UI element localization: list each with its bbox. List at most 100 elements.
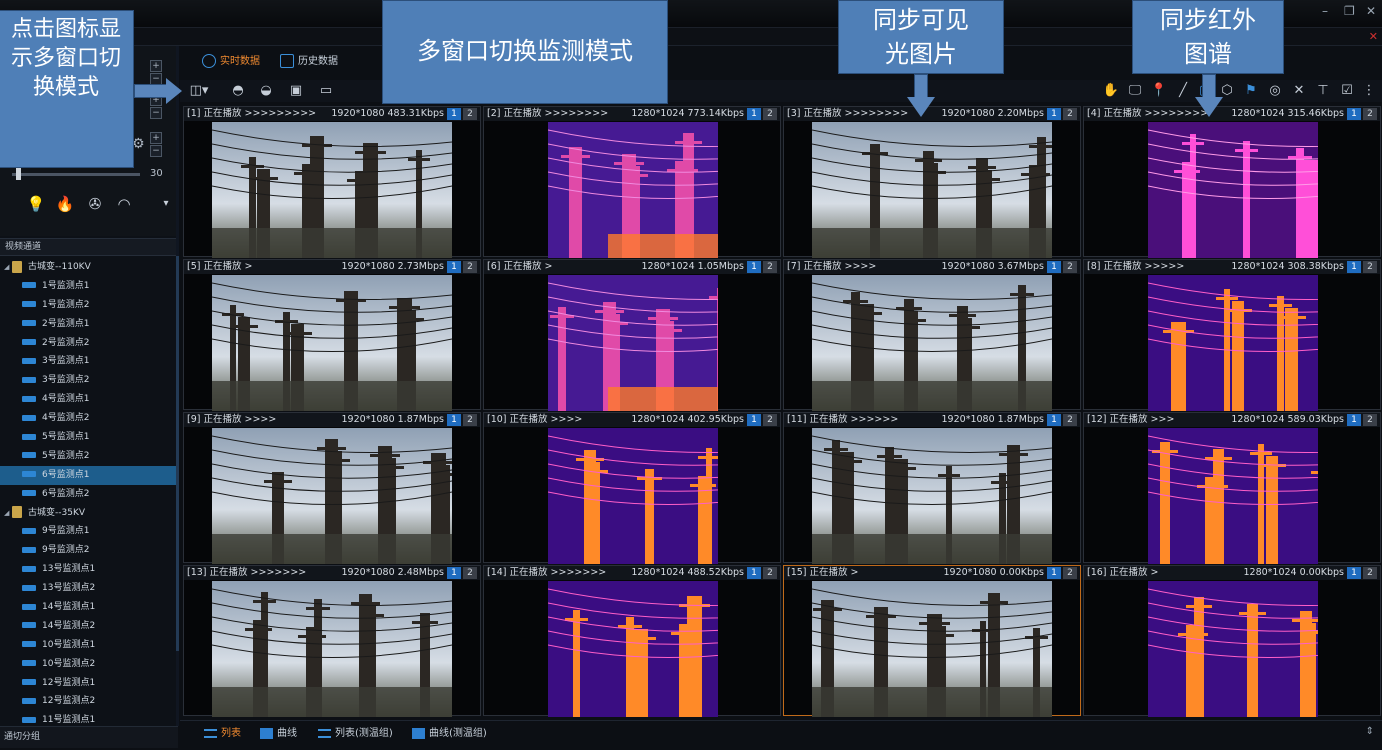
tree-item[interactable]: 6号监测点1 (0, 465, 176, 485)
video-cell[interactable]: [2] 正在播放 >>>>>>>> 1280*1024 773.14Kbps 1 2 (483, 106, 781, 258)
tree-item[interactable]: 11号监测点1 (0, 711, 176, 724)
stream-2-button[interactable]: 2 (1063, 261, 1077, 273)
stream-1-button[interactable]: 1 (747, 567, 761, 579)
tree-scrollbar-thumb[interactable] (176, 256, 179, 651)
stream-2-button[interactable]: 2 (463, 261, 477, 273)
expand-caret-icon[interactable]: ◢ (4, 504, 12, 523)
iris-minus-button[interactable]: − (150, 145, 162, 157)
fan-icon[interactable]: ✇ (85, 194, 105, 214)
tree-item[interactable]: 13号监测点1 (0, 560, 176, 579)
stream-2-button[interactable]: 2 (1363, 414, 1377, 426)
stream-1-button[interactable]: 1 (1047, 414, 1061, 426)
stream-1-button[interactable]: 1 (1347, 261, 1361, 273)
tree-item[interactable]: 2号监测点2 (0, 334, 176, 353)
stream-1-button[interactable]: 1 (747, 414, 761, 426)
tree-item[interactable]: 4号监测点2 (0, 409, 176, 428)
stream-1-button[interactable]: 1 (1047, 108, 1061, 120)
stream-1-button[interactable]: 1 (747, 261, 761, 273)
tree-item[interactable]: 10号监测点2 (0, 655, 176, 674)
flame-icon[interactable]: 🔥 (55, 194, 75, 214)
line-tool-icon[interactable]: ╱ (1174, 83, 1192, 99)
close-icon[interactable]: ✕ (1369, 30, 1378, 43)
restore-icon[interactable]: ❐ (1344, 4, 1355, 18)
location-pin-icon[interactable]: 📍 (1150, 83, 1168, 99)
video-cell[interactable]: [5] 正在播放 > 1920*1080 2.73Mbps 1 2 (183, 259, 481, 411)
stream-2-button[interactable]: 2 (1363, 567, 1377, 579)
video-cell[interactable]: [16] 正在播放 > 1280*1024 0.00Kbps 1 2 (1083, 565, 1381, 717)
focus-minus-button[interactable]: − (150, 107, 162, 119)
stream-2-button[interactable]: 2 (763, 567, 777, 579)
tab-realtime[interactable]: 实时数据 (202, 54, 260, 70)
tree-scrollbar[interactable] (176, 46, 179, 726)
iris-plus-button[interactable]: + (150, 132, 162, 144)
stream-2-button[interactable]: 2 (463, 414, 477, 426)
tree-station[interactable]: ◢ 古城变--110KV (0, 258, 176, 277)
stream-1-button[interactable]: 1 (1347, 108, 1361, 120)
stream-2-button[interactable]: 2 (1063, 414, 1077, 426)
stream-1-button[interactable]: 1 (447, 261, 461, 273)
tree-item[interactable]: 13号监测点2 (0, 579, 176, 598)
stream-2-button[interactable]: 2 (763, 414, 777, 426)
stream-2-button[interactable]: 2 (763, 108, 777, 120)
video-cell[interactable]: [11] 正在播放 >>>>>> 1920*1080 1.87Mbps 1 2 (783, 412, 1081, 564)
stream-1-button[interactable]: 1 (747, 108, 761, 120)
tab-history[interactable]: 历史数据 (280, 54, 338, 70)
more-icon[interactable]: ⋮ (1362, 83, 1376, 99)
stream-1-button[interactable]: 1 (1347, 414, 1361, 426)
stream-1-button[interactable]: 1 (447, 414, 461, 426)
video-cell[interactable]: [8] 正在播放 >>>>> 1280*1024 308.38Kbps 1 2 (1083, 259, 1381, 411)
tree-item[interactable]: 3号监测点2 (0, 371, 176, 390)
light-bulb-icon[interactable]: 💡 (26, 194, 46, 214)
tab-curve-temp-group[interactable]: 曲线(测温组) (412, 727, 487, 741)
group-switch-footer[interactable]: 通切分组 (0, 726, 178, 748)
tab-curve[interactable]: 曲线 (260, 727, 297, 741)
video-cell[interactable]: [3] 正在播放 >>>>>>>> 1920*1080 2.20Mbps 1 2 (783, 106, 1081, 258)
stream-2-button[interactable]: 2 (1363, 261, 1377, 273)
stream-2-button[interactable]: 2 (463, 108, 477, 120)
video-cell[interactable]: [10] 正在播放 >>>> 1280*1024 402.95Kbps 1 2 (483, 412, 781, 564)
stream-1-button[interactable]: 1 (1347, 567, 1361, 579)
compass-icon[interactable]: ◎ (1266, 83, 1284, 99)
close-window-icon[interactable]: ✕ (1366, 4, 1376, 18)
tree-item[interactable]: 12号监测点2 (0, 692, 176, 711)
delete-icon[interactable]: ✕ (1290, 83, 1308, 99)
expand-caret-icon[interactable]: ◢ (4, 258, 12, 277)
stream-1-button[interactable]: 1 (447, 108, 461, 120)
video-cell[interactable]: [6] 正在播放 > 1280*1024 1.05Mbps 1 2 (483, 259, 781, 411)
stream-2-button[interactable]: 2 (1363, 108, 1377, 120)
stream-1-button[interactable]: 1 (1047, 261, 1061, 273)
tree-item[interactable]: 1号监测点2 (0, 296, 176, 315)
tab-list[interactable]: 列表 (204, 727, 241, 741)
more-chevron-icon[interactable]: ▾ (156, 194, 176, 214)
video-cell[interactable]: [9] 正在播放 >>>> 1920*1080 1.87Mbps 1 2 (183, 412, 481, 564)
tree-item[interactable]: 10号监测点1 (0, 636, 176, 655)
tree-item[interactable]: 1号监测点1 (0, 277, 176, 296)
tree-item[interactable]: 5号监测点1 (0, 428, 176, 447)
monitor-icon[interactable]: 🖵 (1126, 83, 1144, 99)
brush-icon[interactable]: ⊤ (1314, 83, 1332, 99)
flag-icon[interactable]: ⚑ (1242, 83, 1260, 99)
multi-window-layout-icon[interactable]: ◫▾ (188, 83, 210, 99)
video-cell[interactable]: [15] 正在播放 > 1920*1080 0.00Kbps 1 2 (783, 565, 1081, 717)
stream-2-button[interactable]: 2 (1063, 567, 1077, 579)
dome-camera-alt-icon[interactable]: ◒ (256, 83, 276, 99)
zoom-plus-button[interactable]: + (150, 60, 162, 72)
wiper-icon[interactable]: ◠ (114, 194, 134, 214)
stream-1-button[interactable]: 1 (447, 567, 461, 579)
stream-1-button[interactable]: 1 (1047, 567, 1061, 579)
stream-2-button[interactable]: 2 (1063, 108, 1077, 120)
tree-item[interactable]: 12号监测点1 (0, 674, 176, 693)
tree-item[interactable]: 6号监测点2 (0, 485, 176, 504)
dome-camera-icon[interactable]: ◓ (228, 83, 248, 99)
tab-list-temp-group[interactable]: 列表(测温组) (318, 727, 393, 741)
minimize-icon[interactable]: – (1322, 4, 1328, 18)
video-cell[interactable]: [14] 正在播放 >>>>>>> 1280*1024 488.52Kbps 1 2 (483, 565, 781, 717)
tree-station[interactable]: ◢ 古城变--35KV (0, 504, 176, 523)
tree-item[interactable]: 9号监测点1 (0, 522, 176, 541)
fullscreen-icon[interactable]: ▭ (316, 83, 336, 99)
video-cell[interactable]: [12] 正在播放 >>> 1280*1024 589.03Kbps 1 2 (1083, 412, 1381, 564)
video-cell[interactable]: [13] 正在播放 >>>>>>> 1920*1080 2.48Mbps 1 2 (183, 565, 481, 717)
speed-slider-knob[interactable] (16, 168, 21, 180)
speed-slider[interactable] (12, 173, 140, 176)
tree-item[interactable]: 14号监测点1 (0, 598, 176, 617)
